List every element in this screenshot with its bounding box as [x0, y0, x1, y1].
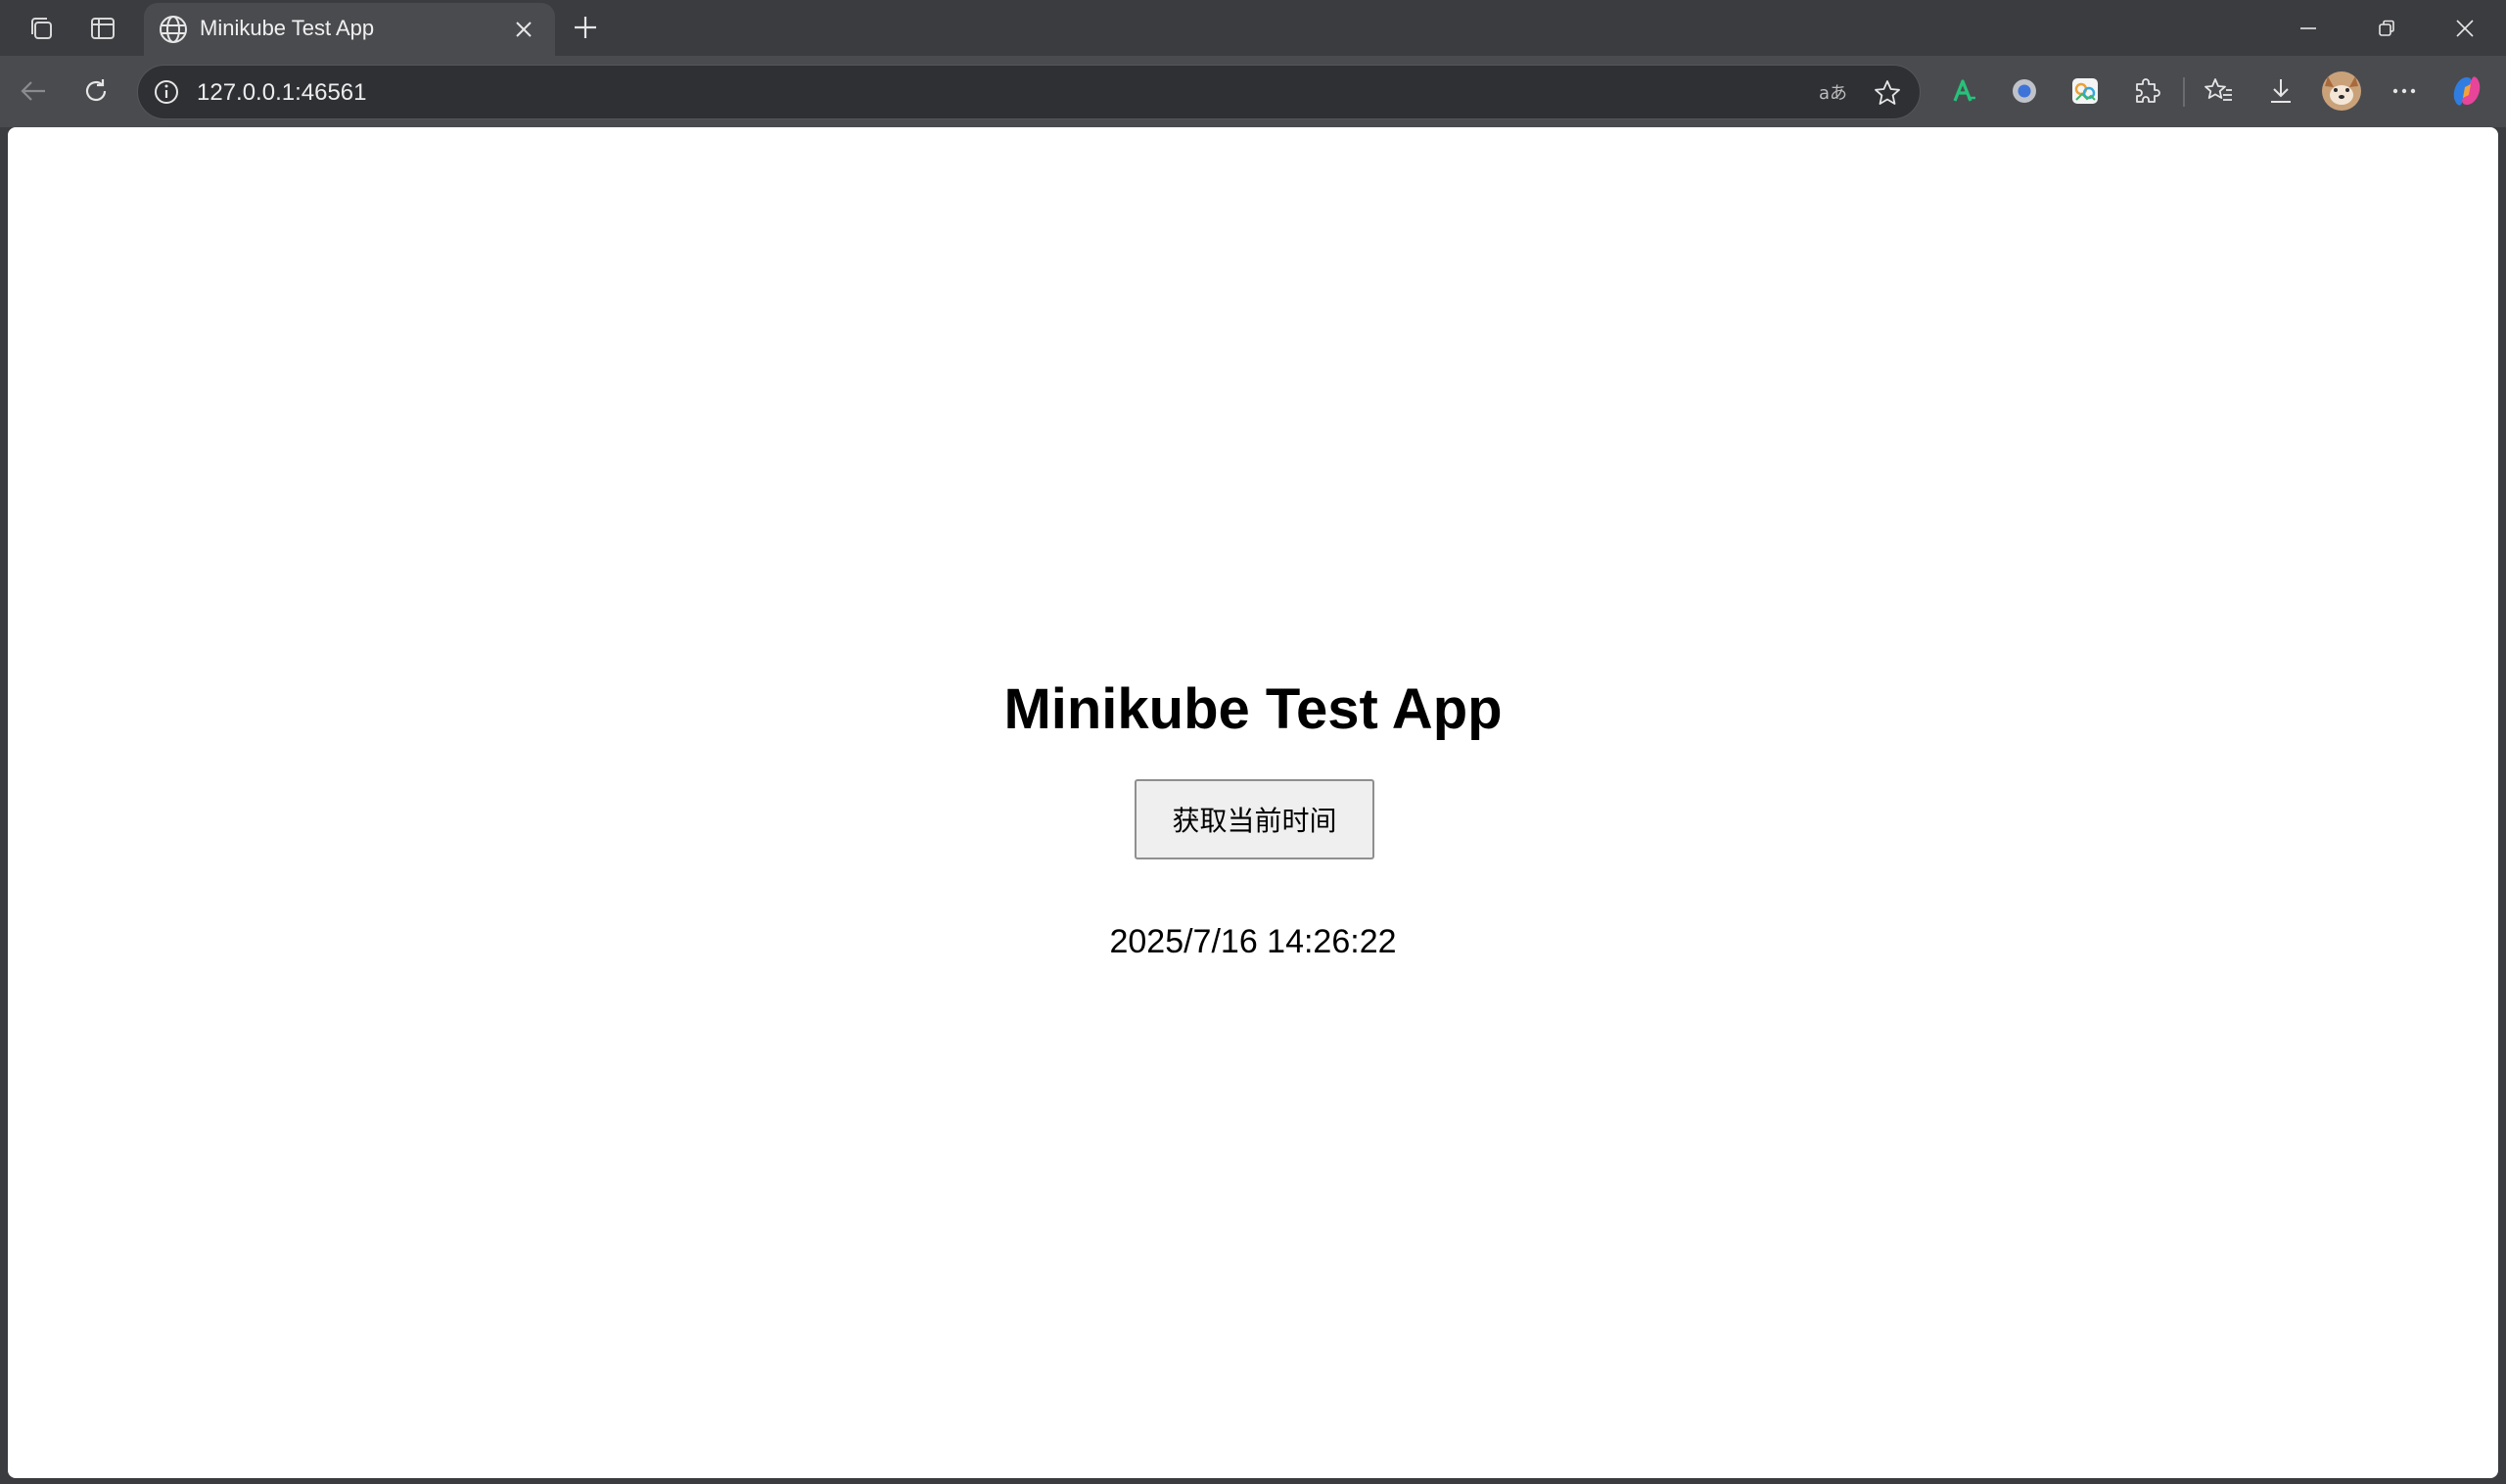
minimize-icon[interactable] [2269, 0, 2347, 56]
address-url[interactable]: 127.0.0.1:46561 [197, 78, 367, 108]
svg-text:aあ: aあ [1819, 83, 1847, 104]
close-icon[interactable] [506, 12, 541, 47]
browser-tab-active[interactable]: Minikube Test App [144, 3, 555, 56]
grammar-extension-icon[interactable] [1940, 68, 1987, 115]
download-icon[interactable] [2257, 68, 2304, 115]
image-extension-icon[interactable] [2062, 68, 2109, 115]
read-aloud-icon[interactable]: aあ [1816, 74, 1853, 112]
more-icon[interactable] [2381, 68, 2428, 115]
close-window-icon[interactable] [2426, 0, 2504, 56]
tab-title: Minikube Test App [200, 16, 375, 40]
address-bar[interactable]: 127.0.0.1:46561 aあ [137, 65, 1921, 119]
globe-icon [154, 10, 193, 49]
tab-actions-icon[interactable] [82, 8, 123, 49]
browser-toolbar: 127.0.0.1:46561 aあ [0, 56, 2506, 127]
get-current-time-button[interactable]: 获取当前时间 [1135, 779, 1374, 859]
current-time-display: 2025/7/16 14:26:22 [1109, 923, 1397, 960]
back-arrow-icon[interactable] [10, 68, 57, 115]
page-title: Minikube Test App [1003, 677, 1503, 741]
plus-icon[interactable] [566, 8, 605, 47]
info-icon[interactable] [150, 75, 183, 109]
copilot-icon[interactable] [2443, 68, 2490, 115]
record-extension-icon[interactable] [2001, 68, 2048, 115]
toolbar-divider [2183, 77, 2185, 107]
extension-icon[interactable] [2124, 68, 2171, 115]
star-icon[interactable] [1869, 74, 1906, 112]
avatar[interactable] [2318, 68, 2365, 115]
workspaces-icon[interactable] [21, 8, 62, 49]
page-viewport: Minikube Test App 获取当前时间 2025/7/16 14:26… [8, 127, 2498, 1478]
restore-icon[interactable] [2347, 0, 2426, 56]
browser-titlebar: Minikube Test App [0, 0, 2506, 56]
favorites-icon[interactable] [2195, 68, 2242, 115]
reload-icon[interactable] [72, 68, 119, 115]
